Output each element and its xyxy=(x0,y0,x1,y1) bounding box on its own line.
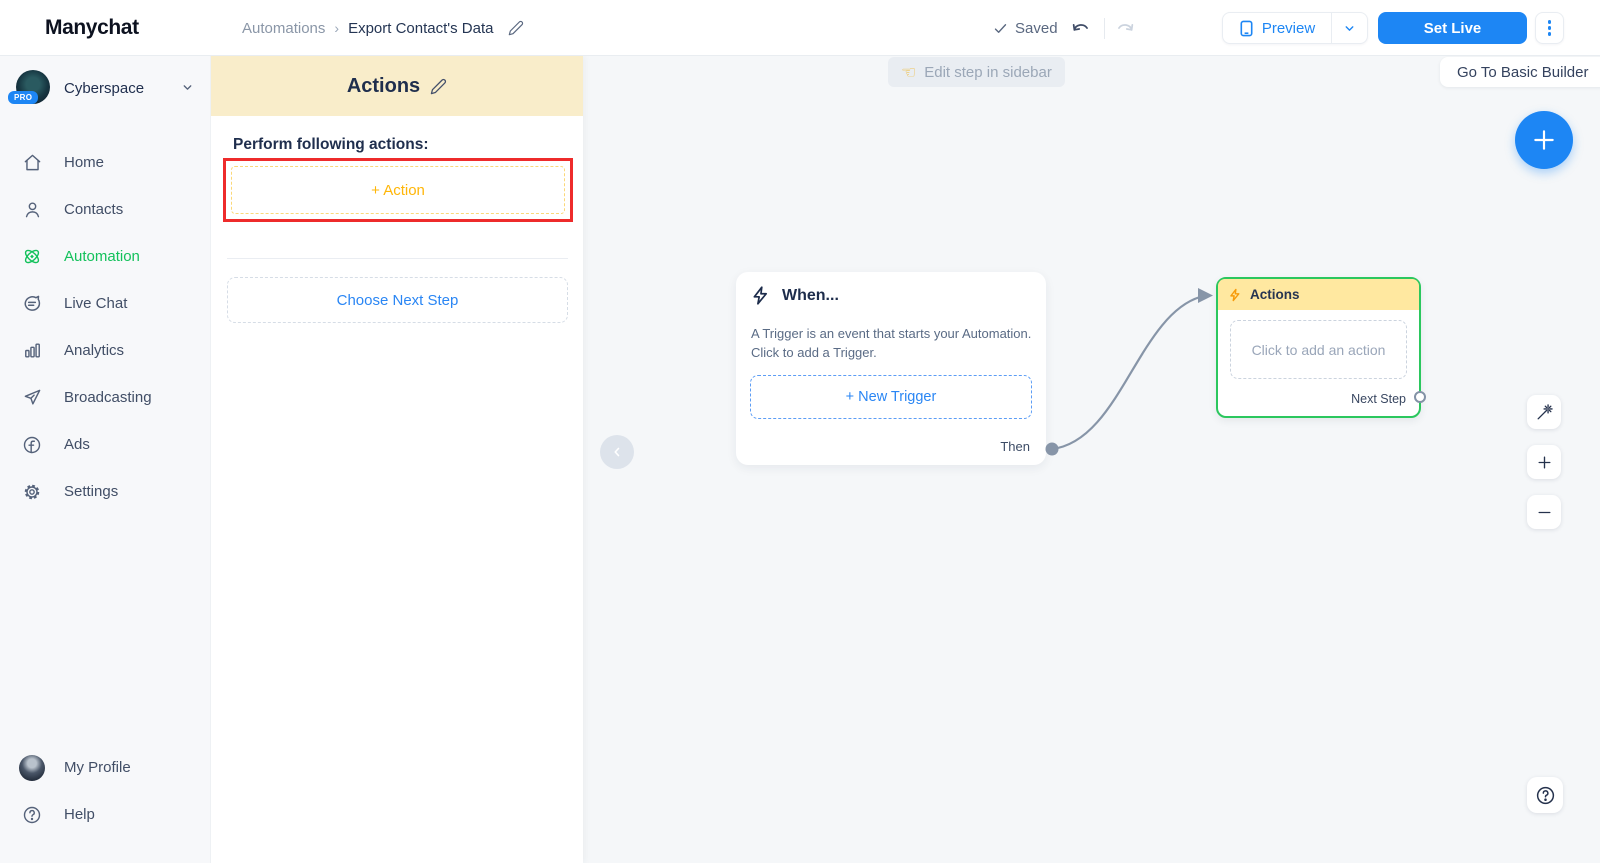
add-step-fab[interactable] xyxy=(1515,111,1573,169)
saved-label: Saved xyxy=(1015,19,1058,37)
ads-icon xyxy=(22,435,42,455)
workspace-name: Cyberspace xyxy=(64,79,145,97)
zoom-out-button[interactable] xyxy=(1527,495,1561,529)
settings-icon xyxy=(22,482,42,502)
top-bar: Manychat Automations › Export Contact's … xyxy=(0,0,1600,56)
then-label: Then xyxy=(1000,439,1030,454)
annotation-highlight: + Action xyxy=(223,158,573,222)
save-status: Saved xyxy=(993,0,1058,56)
actions-node-title: Actions xyxy=(1250,287,1300,302)
automation-icon xyxy=(22,247,42,267)
panel-subtitle: Perform following actions: xyxy=(233,136,429,153)
sidebar: PRO Cyberspace Home Contacts Automation xyxy=(0,56,210,863)
sidebar-nav: Home Contacts Automation Live Chat Analy… xyxy=(0,139,210,515)
trigger-card-title: When... xyxy=(782,286,839,304)
flow-canvas[interactable] xyxy=(583,56,1600,863)
breadcrumb-chevron-icon: › xyxy=(334,19,340,36)
preview-button[interactable]: Preview xyxy=(1222,12,1368,44)
divider xyxy=(1104,18,1105,39)
phone-icon xyxy=(1239,20,1254,37)
chevron-down-icon xyxy=(181,81,194,94)
check-icon xyxy=(993,21,1008,36)
manychat-logo: Manychat xyxy=(45,16,139,39)
home-icon xyxy=(22,153,42,173)
profile-avatar xyxy=(19,754,45,781)
set-live-label: Set Live xyxy=(1423,19,1482,37)
breadcrumb: Automations › Export Contact's Data xyxy=(242,0,524,56)
help-button[interactable] xyxy=(1527,777,1563,813)
lightning-icon xyxy=(1228,288,1242,302)
breadcrumb-current: Export Contact's Data xyxy=(348,19,494,37)
plus-icon xyxy=(1536,454,1553,471)
redo-button[interactable] xyxy=(1113,16,1137,40)
preview-label: Preview xyxy=(1261,19,1316,37)
chevron-left-icon xyxy=(610,445,624,459)
new-trigger-button[interactable]: + New Trigger xyxy=(750,375,1032,419)
add-action-dropzone[interactable]: Click to add an action xyxy=(1230,320,1407,379)
minus-icon xyxy=(1536,504,1553,521)
live-chat-icon xyxy=(22,294,42,314)
analytics-icon xyxy=(22,341,42,361)
divider xyxy=(227,258,568,259)
preview-dropdown-button[interactable] xyxy=(1331,13,1367,43)
go-to-basic-builder-button[interactable]: Go To Basic Builder xyxy=(1440,57,1600,87)
edit-step-hint-label: Edit step in sidebar xyxy=(924,63,1052,81)
sidebar-item-automation[interactable]: Automation xyxy=(0,233,210,280)
sidebar-item-settings[interactable]: Settings xyxy=(0,468,210,515)
panel-title: Actions xyxy=(346,74,421,97)
broadcasting-icon xyxy=(22,388,42,408)
more-options-button[interactable] xyxy=(1535,12,1564,44)
actions-node-header: Actions xyxy=(1218,279,1419,310)
pro-badge: PRO xyxy=(8,91,39,104)
edit-step-hint: ☜ Edit step in sidebar xyxy=(888,57,1065,87)
edit-pencil-icon[interactable] xyxy=(430,78,447,95)
workspace-selector[interactable]: PRO Cyberspace xyxy=(0,62,210,114)
collapse-panel-button[interactable] xyxy=(600,435,634,469)
next-step-port[interactable] xyxy=(1414,391,1426,403)
breadcrumb-parent[interactable]: Automations xyxy=(242,20,325,37)
sidebar-item-help[interactable]: Help xyxy=(0,791,210,838)
trigger-card-header: When... xyxy=(750,285,839,306)
actions-node[interactable]: Actions Click to add an action Next Step xyxy=(1216,277,1426,418)
sidebar-item-ads[interactable]: Ads xyxy=(0,421,210,468)
trigger-card[interactable]: When... A Trigger is an event that start… xyxy=(736,272,1046,465)
set-live-button[interactable]: Set Live xyxy=(1378,12,1527,44)
sidebar-item-contacts[interactable]: Contacts xyxy=(0,186,210,233)
trigger-card-description: A Trigger is an event that starts your A… xyxy=(751,326,1032,360)
edit-pencil-icon[interactable] xyxy=(508,20,524,36)
choose-next-step-button[interactable]: Choose Next Step xyxy=(227,277,568,323)
zoom-in-button[interactable] xyxy=(1527,445,1561,479)
magic-wand-icon xyxy=(1535,403,1554,422)
sidebar-footer: My Profile Help xyxy=(0,744,210,838)
undo-icon xyxy=(1070,18,1091,39)
step-editor-panel: Actions Perform following actions: + Act… xyxy=(210,56,583,863)
pointing-left-hand-icon: ☜ xyxy=(901,62,917,82)
redo-icon xyxy=(1115,18,1136,39)
next-step-label: Next Step xyxy=(1351,392,1406,406)
sidebar-item-analytics[interactable]: Analytics xyxy=(0,327,210,374)
plus-icon xyxy=(1531,127,1557,153)
sidebar-item-home[interactable]: Home xyxy=(0,139,210,186)
contacts-icon xyxy=(22,200,42,220)
help-icon xyxy=(22,805,42,825)
undo-button[interactable] xyxy=(1068,16,1092,40)
kebab-menu-icon xyxy=(1547,20,1552,36)
add-action-button[interactable]: + Action xyxy=(231,166,565,214)
preview-main[interactable]: Preview xyxy=(1223,13,1331,43)
lightning-icon xyxy=(750,285,771,306)
chevron-down-icon xyxy=(1343,22,1356,35)
sidebar-item-my-profile[interactable]: My Profile xyxy=(0,744,210,791)
sidebar-item-live-chat[interactable]: Live Chat xyxy=(0,280,210,327)
help-circle-icon xyxy=(1535,785,1556,806)
panel-header: Actions xyxy=(211,56,583,116)
auto-arrange-button[interactable] xyxy=(1527,395,1561,429)
sidebar-item-broadcasting[interactable]: Broadcasting xyxy=(0,374,210,421)
